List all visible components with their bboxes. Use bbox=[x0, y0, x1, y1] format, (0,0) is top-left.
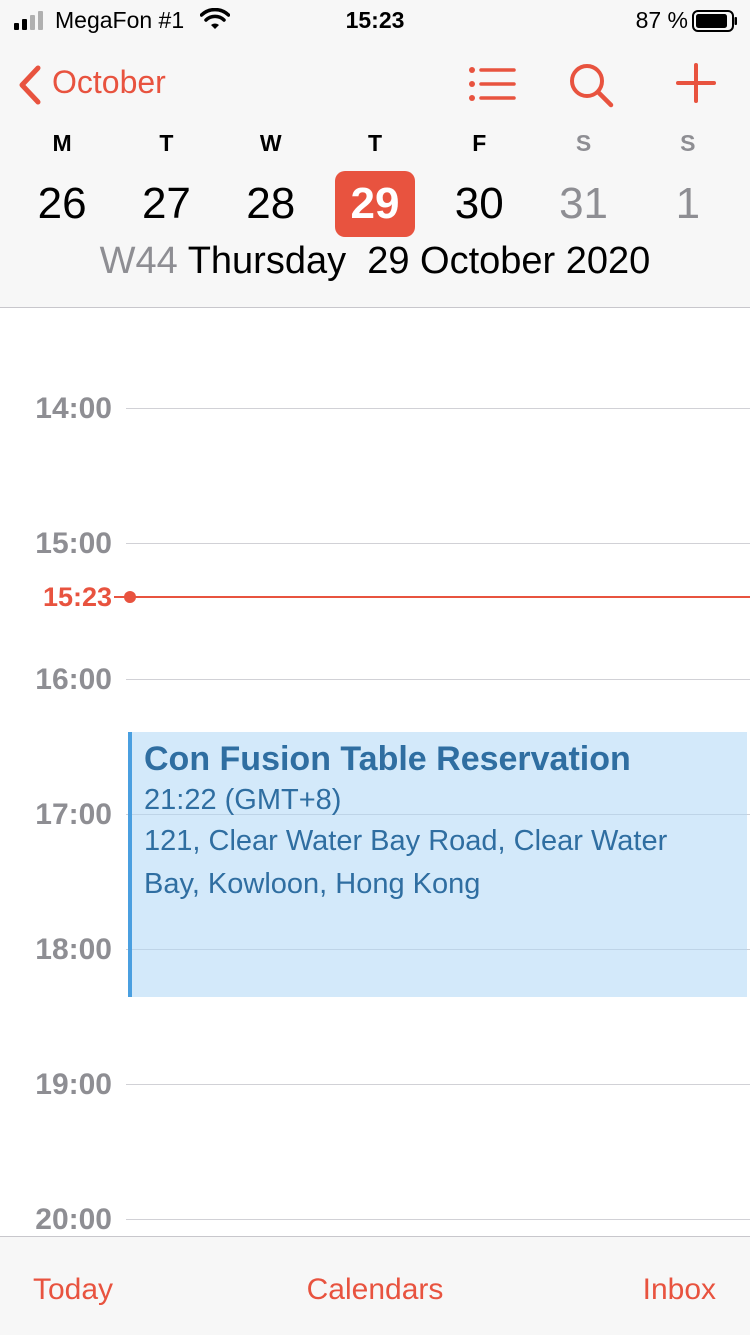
hour-line bbox=[126, 679, 750, 680]
event-location-line: 121, Clear Water Bay Road, Clear Water bbox=[144, 825, 668, 857]
weekday-label: W bbox=[259, 130, 282, 156]
hour-line bbox=[126, 1084, 750, 1085]
date-number: 27 bbox=[141, 179, 191, 228]
weekday-label: T bbox=[367, 130, 383, 156]
weekday-label: S bbox=[680, 130, 696, 156]
day-timeline[interactable]: 14:00 15:00 15:23 16:00 17:00 18:00 19:0… bbox=[0, 308, 750, 1236]
weekday-row: M T W T F S S bbox=[10, 130, 740, 160]
battery-percent: 87 % bbox=[635, 7, 688, 33]
selected-date-number: 29 bbox=[334, 171, 415, 237]
hour-line bbox=[126, 543, 750, 544]
hour-line bbox=[126, 408, 750, 409]
date-cell[interactable]: 1 bbox=[636, 170, 740, 238]
hour-label: 14:00 bbox=[35, 392, 112, 425]
date-number: 30 bbox=[454, 179, 504, 228]
date-number: 28 bbox=[246, 179, 296, 228]
event-block[interactable]: Con Fusion Table Reservation 21:22 (GMT+… bbox=[128, 732, 747, 997]
add-icon[interactable] bbox=[676, 62, 716, 104]
search-icon[interactable] bbox=[568, 62, 614, 108]
date-cell[interactable]: 27 bbox=[114, 170, 218, 238]
full-date: 29 October 2020 bbox=[367, 240, 651, 282]
week-number: W44 bbox=[99, 240, 178, 282]
hour-label: 20:00 bbox=[35, 1203, 112, 1236]
back-button-month[interactable]: October bbox=[52, 64, 166, 101]
back-chevron-icon[interactable] bbox=[16, 64, 44, 106]
date-number: 26 bbox=[37, 179, 87, 228]
list-icon[interactable] bbox=[468, 64, 516, 104]
current-time-dot bbox=[124, 591, 136, 603]
weekday-label: S bbox=[575, 130, 592, 156]
hour-line bbox=[126, 1219, 750, 1220]
calendar-header: MegaFon #1 15:23 87 % October M T W T F … bbox=[0, 0, 750, 308]
bottom-toolbar: Today Calendars Inbox bbox=[0, 1236, 750, 1335]
hour-label: 16:00 bbox=[35, 663, 112, 696]
weekday-label: M bbox=[52, 130, 72, 156]
calendars-button-label[interactable]: Calendars bbox=[307, 1273, 444, 1306]
current-time-label: 15:23 bbox=[42, 582, 112, 612]
date-number: 31 bbox=[559, 179, 609, 228]
date-cell[interactable]: 30 bbox=[427, 170, 531, 238]
hour-label: 19:00 bbox=[35, 1068, 112, 1101]
event-location-line: Bay, Kowloon, Hong Kong bbox=[144, 868, 481, 900]
date-row: 26 27 28 29 30 31 1 bbox=[10, 170, 740, 238]
date-cell[interactable]: 26 bbox=[10, 170, 114, 238]
weekday-label: T bbox=[159, 130, 174, 156]
date-cell[interactable]: 28 bbox=[219, 170, 323, 238]
date-number: 1 bbox=[675, 179, 701, 228]
event-time: 21:22 (GMT+8) bbox=[144, 784, 342, 816]
date-cell-selected[interactable]: 29 bbox=[323, 170, 427, 238]
day-name: Thursday bbox=[187, 240, 347, 282]
hour-label: 18:00 bbox=[35, 933, 112, 966]
selected-date-line: W44 Thursday 29 October 2020 bbox=[0, 240, 750, 283]
hour-label: 17:00 bbox=[35, 798, 112, 831]
date-cell[interactable]: 31 bbox=[531, 170, 635, 238]
inbox-button[interactable]: Inbox bbox=[643, 1273, 716, 1307]
current-time-line bbox=[114, 596, 750, 598]
calendars-button: Calendars bbox=[0, 1273, 750, 1307]
hour-label: 15:00 bbox=[35, 527, 112, 560]
battery-icon bbox=[692, 10, 737, 32]
status-bar: MegaFon #1 15:23 87 % bbox=[0, 0, 750, 40]
weekday-label: F bbox=[472, 130, 487, 156]
event-title: Con Fusion Table Reservation bbox=[144, 740, 631, 778]
